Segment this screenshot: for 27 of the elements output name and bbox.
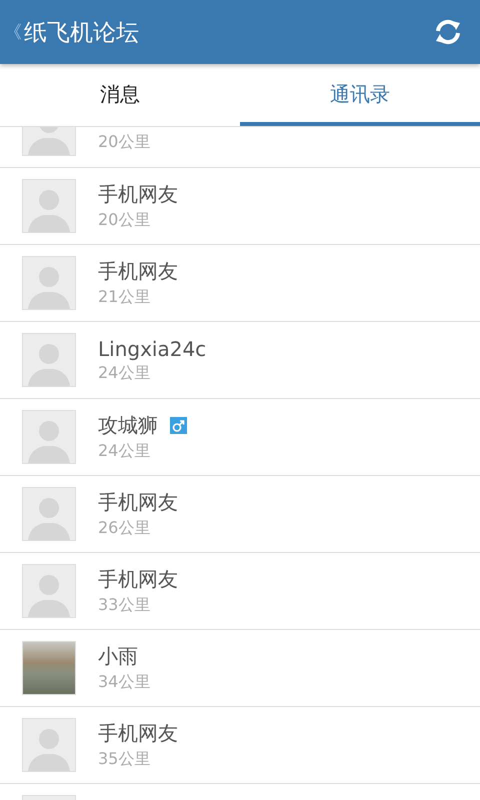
contact-row[interactable]: 手机网友 20公里 <box>0 168 480 245</box>
contact-name: 手机网友 <box>98 258 178 285</box>
contact-name: 手机网友 <box>98 181 178 208</box>
contact-name: 小雨 <box>98 643 138 670</box>
distance-text: 24公里 <box>98 362 152 384</box>
contact-row[interactable]: Lingxia24c 24公里 <box>0 322 480 399</box>
refresh-icon[interactable] <box>434 19 462 45</box>
contact-row[interactable]: 攻城狮 24公里 <box>0 399 480 476</box>
distance-text: 26公里 <box>98 518 152 539</box>
distance-text: 24公里 <box>98 441 152 462</box>
app-title: 纸飞机论坛 <box>24 18 140 48</box>
distance-text: 35公里 <box>98 749 152 770</box>
contact-name: 手机网友 <box>98 566 178 593</box>
contact-row[interactable]: 手机网友 21公里 <box>0 245 480 322</box>
contact-row[interactable]: 手机网友 35公里 <box>0 707 480 784</box>
distance-text: 20公里 <box>98 210 152 231</box>
contact-name: 手机网友 <box>98 720 178 747</box>
contact-row[interactable]: 手机网友 26公里 <box>0 476 480 553</box>
distance-text: 34公里 <box>98 672 150 693</box>
contact-name: 手机网友 <box>98 489 178 516</box>
distance-text: 21公里 <box>98 287 152 308</box>
contact-name: Lingxia24c <box>98 336 206 360</box>
contact-row[interactable]: 手机网友 33公里 <box>0 553 480 630</box>
distance-text: 33公里 <box>98 595 152 616</box>
contact-row[interactable]: 小雨 34公里 <box>0 630 480 707</box>
distance-text: 20公里 <box>98 132 150 152</box>
contact-name: 攻城狮 <box>98 412 158 439</box>
